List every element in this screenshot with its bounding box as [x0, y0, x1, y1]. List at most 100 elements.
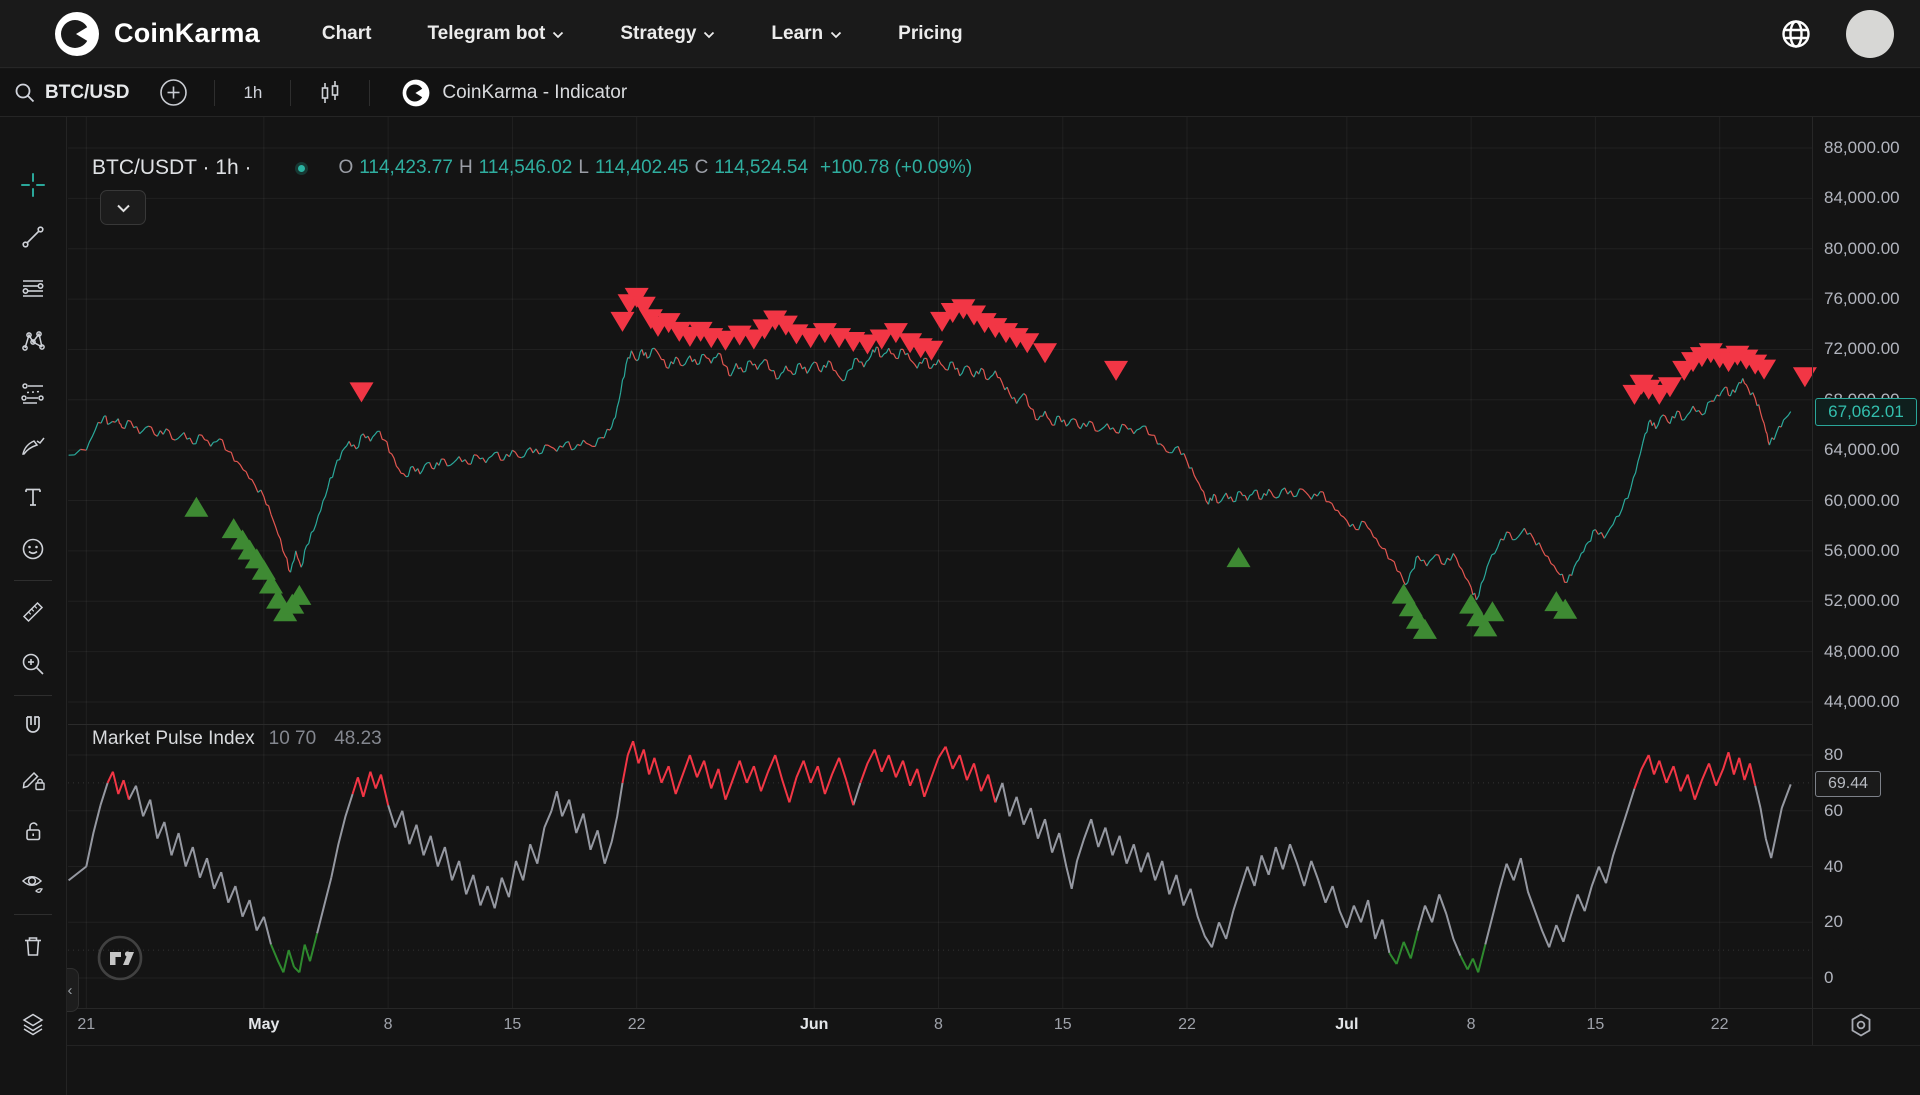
price-axis-label: 88,000.00	[1824, 138, 1900, 158]
language-globe-icon[interactable]	[1780, 18, 1812, 50]
app: CoinKarma Chart Telegram bot Strategy Le…	[0, 0, 1920, 1095]
text-icon	[19, 483, 47, 511]
magnet-mode-button[interactable]	[13, 707, 53, 747]
coinkarma-logo-icon	[54, 11, 100, 57]
price-axis-label: 80,000.00	[1824, 239, 1900, 259]
compare-add-button[interactable]	[159, 78, 188, 107]
time-axis-label: 8	[384, 1016, 393, 1034]
nav-item-pricing[interactable]: Pricing	[898, 23, 962, 45]
mpi-axis-label: 20	[1824, 912, 1843, 932]
price-axis-label: 48,000.00	[1824, 642, 1900, 662]
zoom-in-tool-button[interactable]	[13, 644, 53, 684]
mpi-axis-label: 80	[1824, 745, 1843, 765]
change-value: +100.78 (+0.09%)	[820, 157, 972, 179]
object-tree-button[interactable]	[13, 1004, 53, 1044]
brand[interactable]: CoinKarma	[54, 11, 260, 57]
indicator-label: CoinKarma - Indicator	[442, 82, 627, 104]
drawing-tool-rail	[0, 117, 67, 1095]
projection-tool-button[interactable]	[13, 373, 53, 413]
mpi-title[interactable]: Market Pulse Index	[92, 728, 255, 750]
time-axis-label: 8	[934, 1016, 943, 1034]
collapse-arrow: ‹	[68, 982, 73, 999]
brush-icon	[19, 431, 47, 459]
price-axis-label: 44,000.00	[1824, 692, 1900, 712]
time-axis-label: 22	[1178, 1016, 1196, 1034]
time-axis-label: Jun	[800, 1016, 828, 1034]
mpi-axis-label: 60	[1824, 801, 1843, 821]
crosshair-tool-button[interactable]	[13, 165, 53, 205]
smiley-icon	[19, 535, 47, 563]
xabcd-pattern-icon	[19, 327, 47, 355]
high-value: 114,546.02	[479, 157, 573, 179]
chevron-down-icon	[116, 203, 131, 213]
price-axis-label: 60,000.00	[1824, 491, 1900, 511]
emoji-tool-button[interactable]	[13, 529, 53, 569]
mpi-current-value: 48.23	[334, 728, 382, 750]
legend-collapse-button[interactable]	[100, 190, 146, 225]
brush-tool-button[interactable]	[13, 425, 53, 465]
eye-icon	[19, 869, 47, 897]
price-axis-label: 72,000.00	[1824, 339, 1900, 359]
lock-drawings-button[interactable]	[13, 811, 53, 851]
pencil-lock-icon	[19, 765, 47, 793]
coinkarma-logo-icon	[402, 79, 430, 107]
hide-drawings-button[interactable]	[13, 863, 53, 903]
chart-style-button[interactable]	[317, 79, 343, 107]
price-axis-label: 64,000.00	[1824, 440, 1900, 460]
fib-retracement-tool-button[interactable]	[13, 269, 53, 309]
fib-lines-icon	[19, 275, 47, 303]
candlestick-icon	[317, 79, 343, 107]
long-position-icon	[19, 379, 47, 407]
time-axis-settings-button[interactable]	[1848, 1012, 1874, 1043]
toolbar-separator	[214, 80, 215, 106]
measure-tool-button[interactable]	[13, 592, 53, 632]
trend-line-tool-button[interactable]	[13, 217, 53, 257]
rail-divider	[14, 695, 52, 696]
last-price-tag: 67,062.01	[1815, 398, 1917, 426]
text-tool-button[interactable]	[13, 477, 53, 517]
drawing-mode-button[interactable]	[13, 759, 53, 799]
time-axis-label: 15	[1586, 1016, 1604, 1034]
nav-item-learn[interactable]: Learn	[771, 23, 842, 45]
pane-divider[interactable]	[68, 724, 1812, 725]
interval-label: 1h	[243, 83, 262, 103]
mpi-last-value-tag: 69.44	[1815, 771, 1881, 797]
price-axis-label: 52,000.00	[1824, 591, 1900, 611]
symbol-toolbar: BTC/USD 1h	[0, 69, 1920, 117]
ruler-icon	[19, 598, 47, 626]
unlocked-padlock-icon	[19, 817, 47, 845]
user-avatar[interactable]	[1846, 10, 1894, 58]
legend-symbol[interactable]: BTC/USDT · 1h ·	[92, 156, 251, 180]
low-value: 114,402.45	[595, 157, 689, 179]
indicator-button[interactable]: CoinKarma - Indicator	[402, 79, 627, 107]
nav-item-strategy[interactable]: Strategy	[620, 23, 715, 45]
nav-right	[1780, 10, 1894, 58]
settings-hex-icon	[1848, 1012, 1874, 1038]
toolbar-separator	[290, 80, 291, 106]
price-axis-label: 76,000.00	[1824, 289, 1900, 309]
zoom-in-icon	[19, 650, 47, 678]
nav-item-telegram-bot[interactable]: Telegram bot	[427, 23, 564, 45]
interval-button[interactable]: 1h	[243, 83, 262, 103]
time-axis-label: May	[248, 1016, 279, 1034]
toolbar-separator	[369, 80, 370, 106]
market-status-dot-icon	[295, 162, 308, 175]
brand-name: CoinKarma	[114, 18, 260, 49]
symbol-search-button[interactable]: BTC/USD	[14, 82, 129, 104]
chevron-down-icon	[552, 31, 564, 39]
price-legend: BTC/USDT · 1h · O114,423.77 H114,546.02 …	[92, 156, 972, 180]
magnet-icon	[19, 713, 47, 741]
pattern-tool-button[interactable]	[13, 321, 53, 361]
remove-drawings-button[interactable]	[13, 926, 53, 966]
rail-divider	[14, 580, 52, 581]
ohlc-values: O114,423.77 H114,546.02 L114,402.45 C114…	[338, 157, 972, 179]
time-axis-label: 22	[1711, 1016, 1729, 1034]
tradingview-logo[interactable]	[96, 934, 144, 987]
trend-line-icon	[19, 223, 47, 251]
nav-item-chart[interactable]: Chart	[322, 23, 372, 45]
price-axis-label: 56,000.00	[1824, 541, 1900, 561]
tradingview-icon	[96, 934, 144, 982]
mpi-params: 10 70	[269, 728, 317, 750]
open-value: 114,423.77	[359, 157, 453, 179]
chevron-down-icon	[703, 31, 715, 39]
